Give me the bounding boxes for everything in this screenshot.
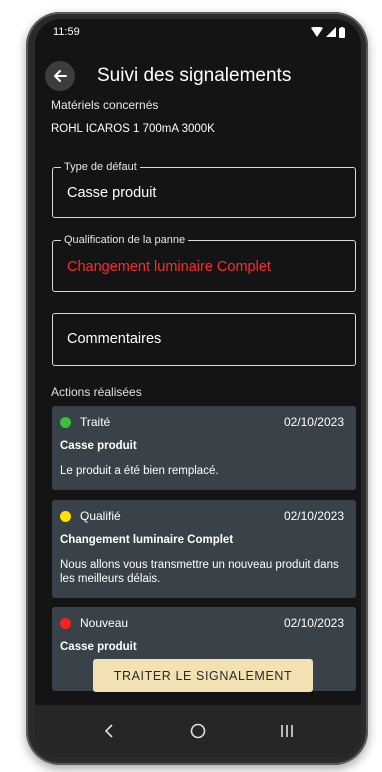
status-label: Qualifié [80,509,121,523]
nav-home-button[interactable] [178,715,218,747]
recents-icon [280,725,293,737]
qualification-field[interactable]: Qualification de la panne Changement lum… [52,233,356,292]
status-icons [311,26,345,38]
action-card[interactable]: Traité 02/10/2023 Casse produit Le produ… [52,406,356,490]
card-status: Nouveau [60,616,128,630]
app-bar: Suivi des signalements [45,59,291,93]
card-text: Nous allons vous transmettre un nouveau … [60,559,339,585]
battery-icon [339,26,345,38]
page-title: Suivi des signalements [97,65,292,86]
qualification-value: Changement luminaire Complet [67,259,271,275]
card-title: Changement luminaire Complet [60,534,234,546]
card-header: Qualifié 02/10/2023 [60,509,344,523]
wifi-icon [311,27,323,37]
arrow-left-icon [54,70,67,82]
card-header: Traité 02/10/2023 [60,415,344,429]
nav-back-button[interactable] [89,715,129,747]
app-screen: 11:59 Suivi des signalements Matériels c… [35,19,361,757]
status-time: 11:59 [53,26,80,38]
status-label: Traité [80,415,111,429]
card-status: Traité [60,415,110,429]
comments-placeholder: Commentaires [67,331,162,347]
status-dot-icon [60,416,71,428]
materials-label: Matériels concernés [51,98,159,112]
card-date: 02/10/2023 [283,509,344,523]
defect-type-value: Casse produit [67,185,157,201]
status-bar: 11:59 [35,19,361,45]
card-status: Qualifié [60,509,121,523]
system-nav-bar [35,705,361,757]
nav-recents-button[interactable] [267,715,307,747]
qualification-label: Qualification de la panne [61,233,189,247]
card-date: 02/10/2023 [283,415,344,429]
back-button[interactable] [45,61,75,91]
status-dot-icon [60,510,71,522]
defect-type-label: Type de défaut [61,160,140,174]
action-card[interactable]: Qualifié 02/10/2023 Changement luminaire… [52,500,356,598]
materials-value: ROHL ICAROS 1 700mA 3000K [51,123,215,135]
defect-type-field[interactable]: Type de défaut Casse produit [52,160,356,218]
card-text: Le produit a été bien remplacé. [60,465,219,477]
card-header: Nouveau 02/10/2023 [60,616,344,630]
card-title: Casse produit [60,641,137,653]
circle-home-icon [190,723,206,739]
signal-icon [326,27,336,37]
chevron-left-icon [105,724,113,738]
actions-title: Actions réalisées [51,385,142,399]
status-dot-icon [60,617,71,629]
comments-field[interactable]: Commentaires [52,313,356,366]
process-report-button[interactable]: TRAITER LE SIGNALEMENT [93,659,313,692]
card-date: 02/10/2023 [283,616,344,630]
card-title: Casse produit [60,440,137,452]
status-label: Nouveau [80,616,129,630]
